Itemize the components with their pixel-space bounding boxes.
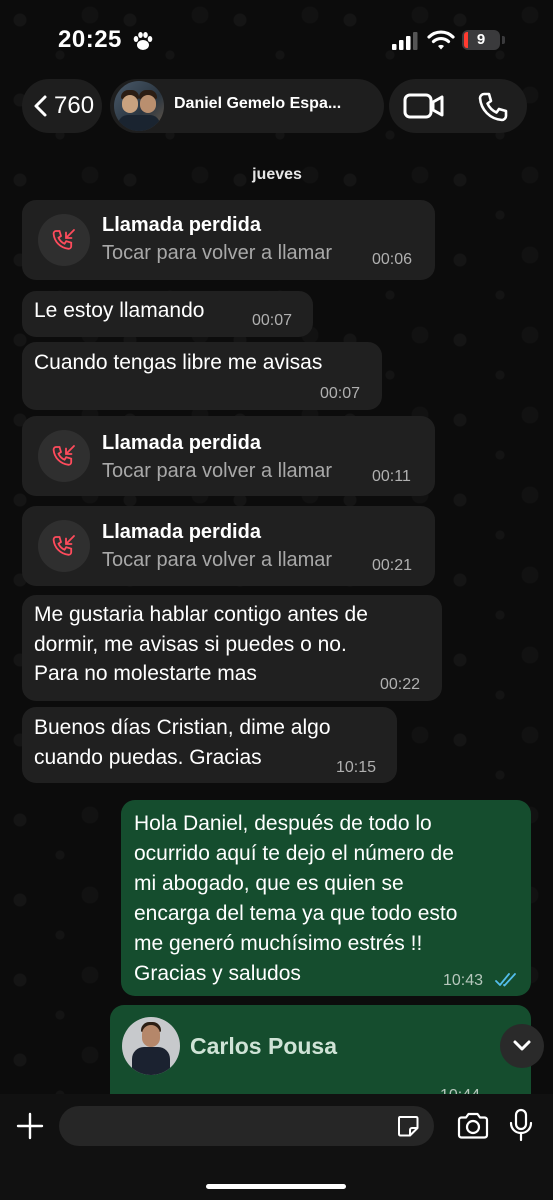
message-input[interactable] (59, 1106, 434, 1146)
chevron-down-icon (513, 1040, 531, 1051)
message-text-line: encarga del tema ya que todo esto (134, 902, 458, 925)
unread-count: 760 (54, 92, 95, 119)
missed-call-subtitle: Tocar para volver a llamar (102, 549, 333, 571)
missed-call-bubble[interactable]: Llamada perdida Tocar para volver a llam… (22, 200, 435, 280)
battery-indicator: 9 (462, 30, 500, 50)
message-text-line: Hola Daniel, después de todo lo (134, 812, 432, 835)
signal-icon (392, 32, 418, 50)
message-composer (0, 1094, 553, 1200)
message-time: 00:07 (320, 385, 361, 402)
back-chevron-icon (34, 95, 47, 117)
message-time: 00:21 (372, 557, 413, 574)
message-time: 10:15 (336, 759, 377, 776)
shared-contact-avatar (122, 1017, 180, 1075)
missed-call-icon (52, 229, 75, 250)
message-text-line: ocurrido aquí te dejo el número de (134, 842, 454, 865)
missed-call-icon (52, 535, 75, 556)
message-time: 00:22 (380, 676, 421, 693)
missed-call-icon-wrap (38, 214, 90, 266)
wifi-icon (427, 30, 455, 50)
incoming-message[interactable]: Le estoy llamando 00:07 (22, 291, 313, 337)
contact-avatar[interactable] (114, 81, 164, 131)
message-text-line: Para no molestarte mas (34, 662, 257, 685)
missed-call-bubble[interactable]: Llamada perdida Tocar para volver a llam… (22, 506, 435, 586)
message-text-line: cuando puedas. Gracias (34, 746, 262, 769)
message-text: Cuando tengas libre me avisas (34, 351, 323, 374)
camera-icon[interactable] (456, 1112, 490, 1140)
message-text: Le estoy llamando (34, 299, 205, 322)
home-indicator (206, 1184, 346, 1189)
double-check-icon (495, 973, 516, 987)
message-time: 00:11 (372, 468, 411, 485)
message-time: 00:06 (372, 251, 413, 268)
missed-call-icon (52, 445, 75, 466)
message-text-line: mi abogado, que es quien se (134, 872, 404, 895)
message-text-line: Buenos días Cristian, dime algo (34, 716, 331, 739)
missed-call-bubble[interactable]: Llamada perdida Tocar para volver a llam… (22, 416, 435, 496)
missed-call-title: Llamada perdida (102, 214, 261, 236)
scroll-to-bottom-button[interactable] (500, 1024, 544, 1068)
date-separator: jueves (252, 166, 302, 183)
message-time: 10:43 (443, 972, 484, 989)
incoming-message[interactable]: Cuando tengas libre me avisas 00:07 (22, 342, 382, 410)
call-actions (389, 79, 527, 133)
back-button[interactable]: 760 (22, 79, 102, 133)
missed-call-subtitle: Tocar para volver a llamar (102, 242, 333, 264)
microphone-icon[interactable] (508, 1108, 534, 1142)
plus-icon[interactable] (16, 1112, 44, 1140)
contact-header[interactable]: Daniel Gemelo Espa... (110, 79, 384, 133)
missed-call-subtitle: Tocar para volver a llamar (102, 460, 333, 482)
message-text-line: me generó muchísimo estrés !! (134, 932, 423, 955)
missed-call-title: Llamada perdida (102, 521, 261, 543)
missed-call-title: Llamada perdida (102, 432, 261, 454)
message-time: 00:07 (252, 312, 293, 329)
contact-name: Daniel Gemelo Espa... (174, 95, 342, 112)
outgoing-message[interactable]: Hola Daniel, después de todo lo ocurrido… (121, 800, 531, 996)
video-call-icon[interactable] (403, 92, 445, 120)
status-time: 20:25 (58, 26, 122, 53)
sticker-icon[interactable] (396, 1114, 420, 1138)
missed-call-icon-wrap (38, 430, 90, 482)
battery-level: 9 (476, 31, 486, 48)
status-bar: 20:25 9 (0, 0, 553, 78)
shared-contact-name: Carlos Pousa (190, 1033, 337, 1059)
phone-icon[interactable] (477, 91, 509, 123)
message-text-line: dormir, me avisas si puedes o no. (34, 633, 347, 656)
incoming-message[interactable]: Me gustaria hablar contigo antes de dorm… (22, 595, 442, 701)
message-text-line: Me gustaria hablar contigo antes de (34, 603, 368, 626)
outgoing-text: Hola Daniel, después de todo lo ocurrido… (134, 809, 524, 989)
incoming-message[interactable]: Buenos días Cristian, dime algo cuando p… (22, 707, 397, 783)
missed-call-icon-wrap (38, 520, 90, 572)
paw-icon (133, 32, 153, 50)
